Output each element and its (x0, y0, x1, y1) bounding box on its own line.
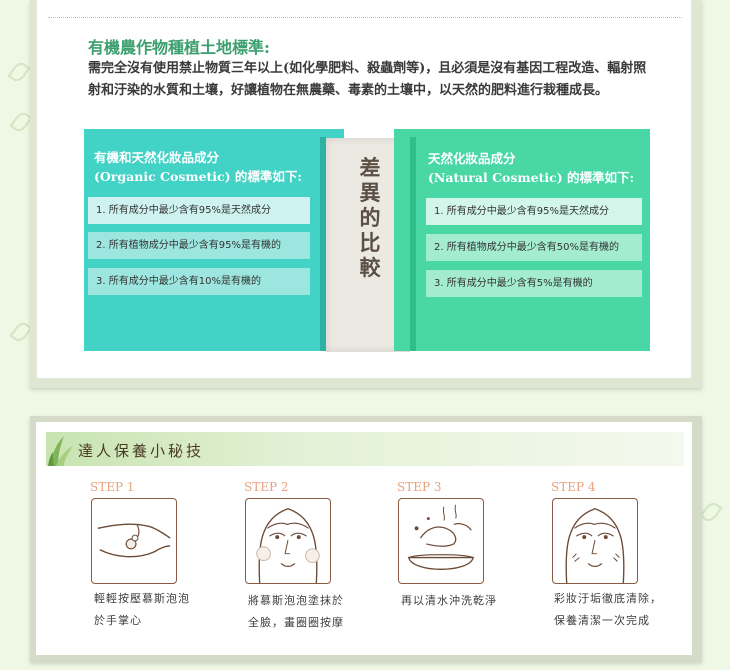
tips-title: 達人保養小秘技 (78, 442, 205, 460)
rinse-water-icon (398, 498, 484, 584)
step-3-label: STEP 3 (397, 480, 442, 494)
step-4-caption: 彩妝汙垢徹底清除， 保養清潔一次完成 (554, 588, 674, 632)
hand-foam-icon (91, 498, 177, 584)
natural-panel-title: 天然化妝品成分 (Natural Cosmetic) 的標準如下: (428, 149, 634, 187)
step-2-label: STEP 2 (244, 480, 289, 494)
organic-item-3: 3. 所有成分中最少含有10%是有機的 (88, 268, 310, 295)
dotted-divider (48, 17, 682, 18)
natural-item-2: 2. 所有植物成分中最少含有50%是有機的 (426, 234, 642, 261)
step-4-label: STEP 4 (551, 480, 596, 494)
step-2-caption: 將慕斯泡泡塗抹於 全臉，畫圈圈按摩 (248, 590, 368, 634)
step-4-caption-line1: 彩妝汙垢徹底清除， (554, 592, 662, 605)
clean-face-icon (552, 498, 638, 584)
organic-panel-title: 有機和天然化妝品成分 (Organic Cosmetic) 的標準如下: (94, 148, 302, 186)
section-title: 有機農作物種植土地標準: (88, 38, 270, 57)
organic-item-2: 2. 所有植物成分中最少含有95%是有機的 (88, 232, 310, 259)
leaf-decoration (699, 499, 723, 525)
natural-item-1: 1. 所有成分中最少含有95%是天然成分 (426, 198, 642, 225)
step-1-caption-line1: 輕輕按壓慕斯泡泡 (94, 592, 190, 605)
step-1-caption: 輕輕按壓慕斯泡泡 於手掌心 (94, 588, 214, 632)
panel-shadow (410, 137, 416, 351)
leaf-decoration (7, 59, 31, 85)
step-2-caption-line1: 將慕斯泡泡塗抹於 (248, 594, 344, 607)
step-4-caption-line2: 保養清潔一次完成 (554, 614, 650, 627)
comparison-title: 差異的比較 (359, 155, 381, 280)
face-foam-icon (245, 498, 331, 584)
grass-icon (48, 436, 73, 466)
organic-item-1: 1. 所有成分中最少含有95%是天然成分 (88, 197, 310, 224)
natural-item-3: 3. 所有成分中最少含有5%是有機的 (426, 270, 642, 297)
step-3-caption: 再以清水沖洗乾淨 (401, 590, 521, 612)
natural-title-line2: (Natural Cosmetic) 的標準如下: (428, 170, 635, 185)
step-2-caption-line2: 全臉，畫圈圈按摩 (248, 616, 344, 629)
step-3-caption-line1: 再以清水沖洗乾淨 (401, 594, 497, 607)
step-1-label: STEP 1 (90, 480, 135, 494)
organic-title-line2: (Organic Cosmetic) 的標準如下: (94, 169, 303, 184)
step-1-caption-line2: 於手掌心 (94, 614, 142, 627)
organic-title-line1: 有機和天然化妝品成分 (94, 150, 220, 165)
natural-title-line1: 天然化妝品成分 (428, 151, 516, 166)
section-description: 需完全沒有使用禁止物質三年以上(如化學肥料、殺蟲劑等)，且必須是沒有基因工程改造… (88, 61, 647, 98)
